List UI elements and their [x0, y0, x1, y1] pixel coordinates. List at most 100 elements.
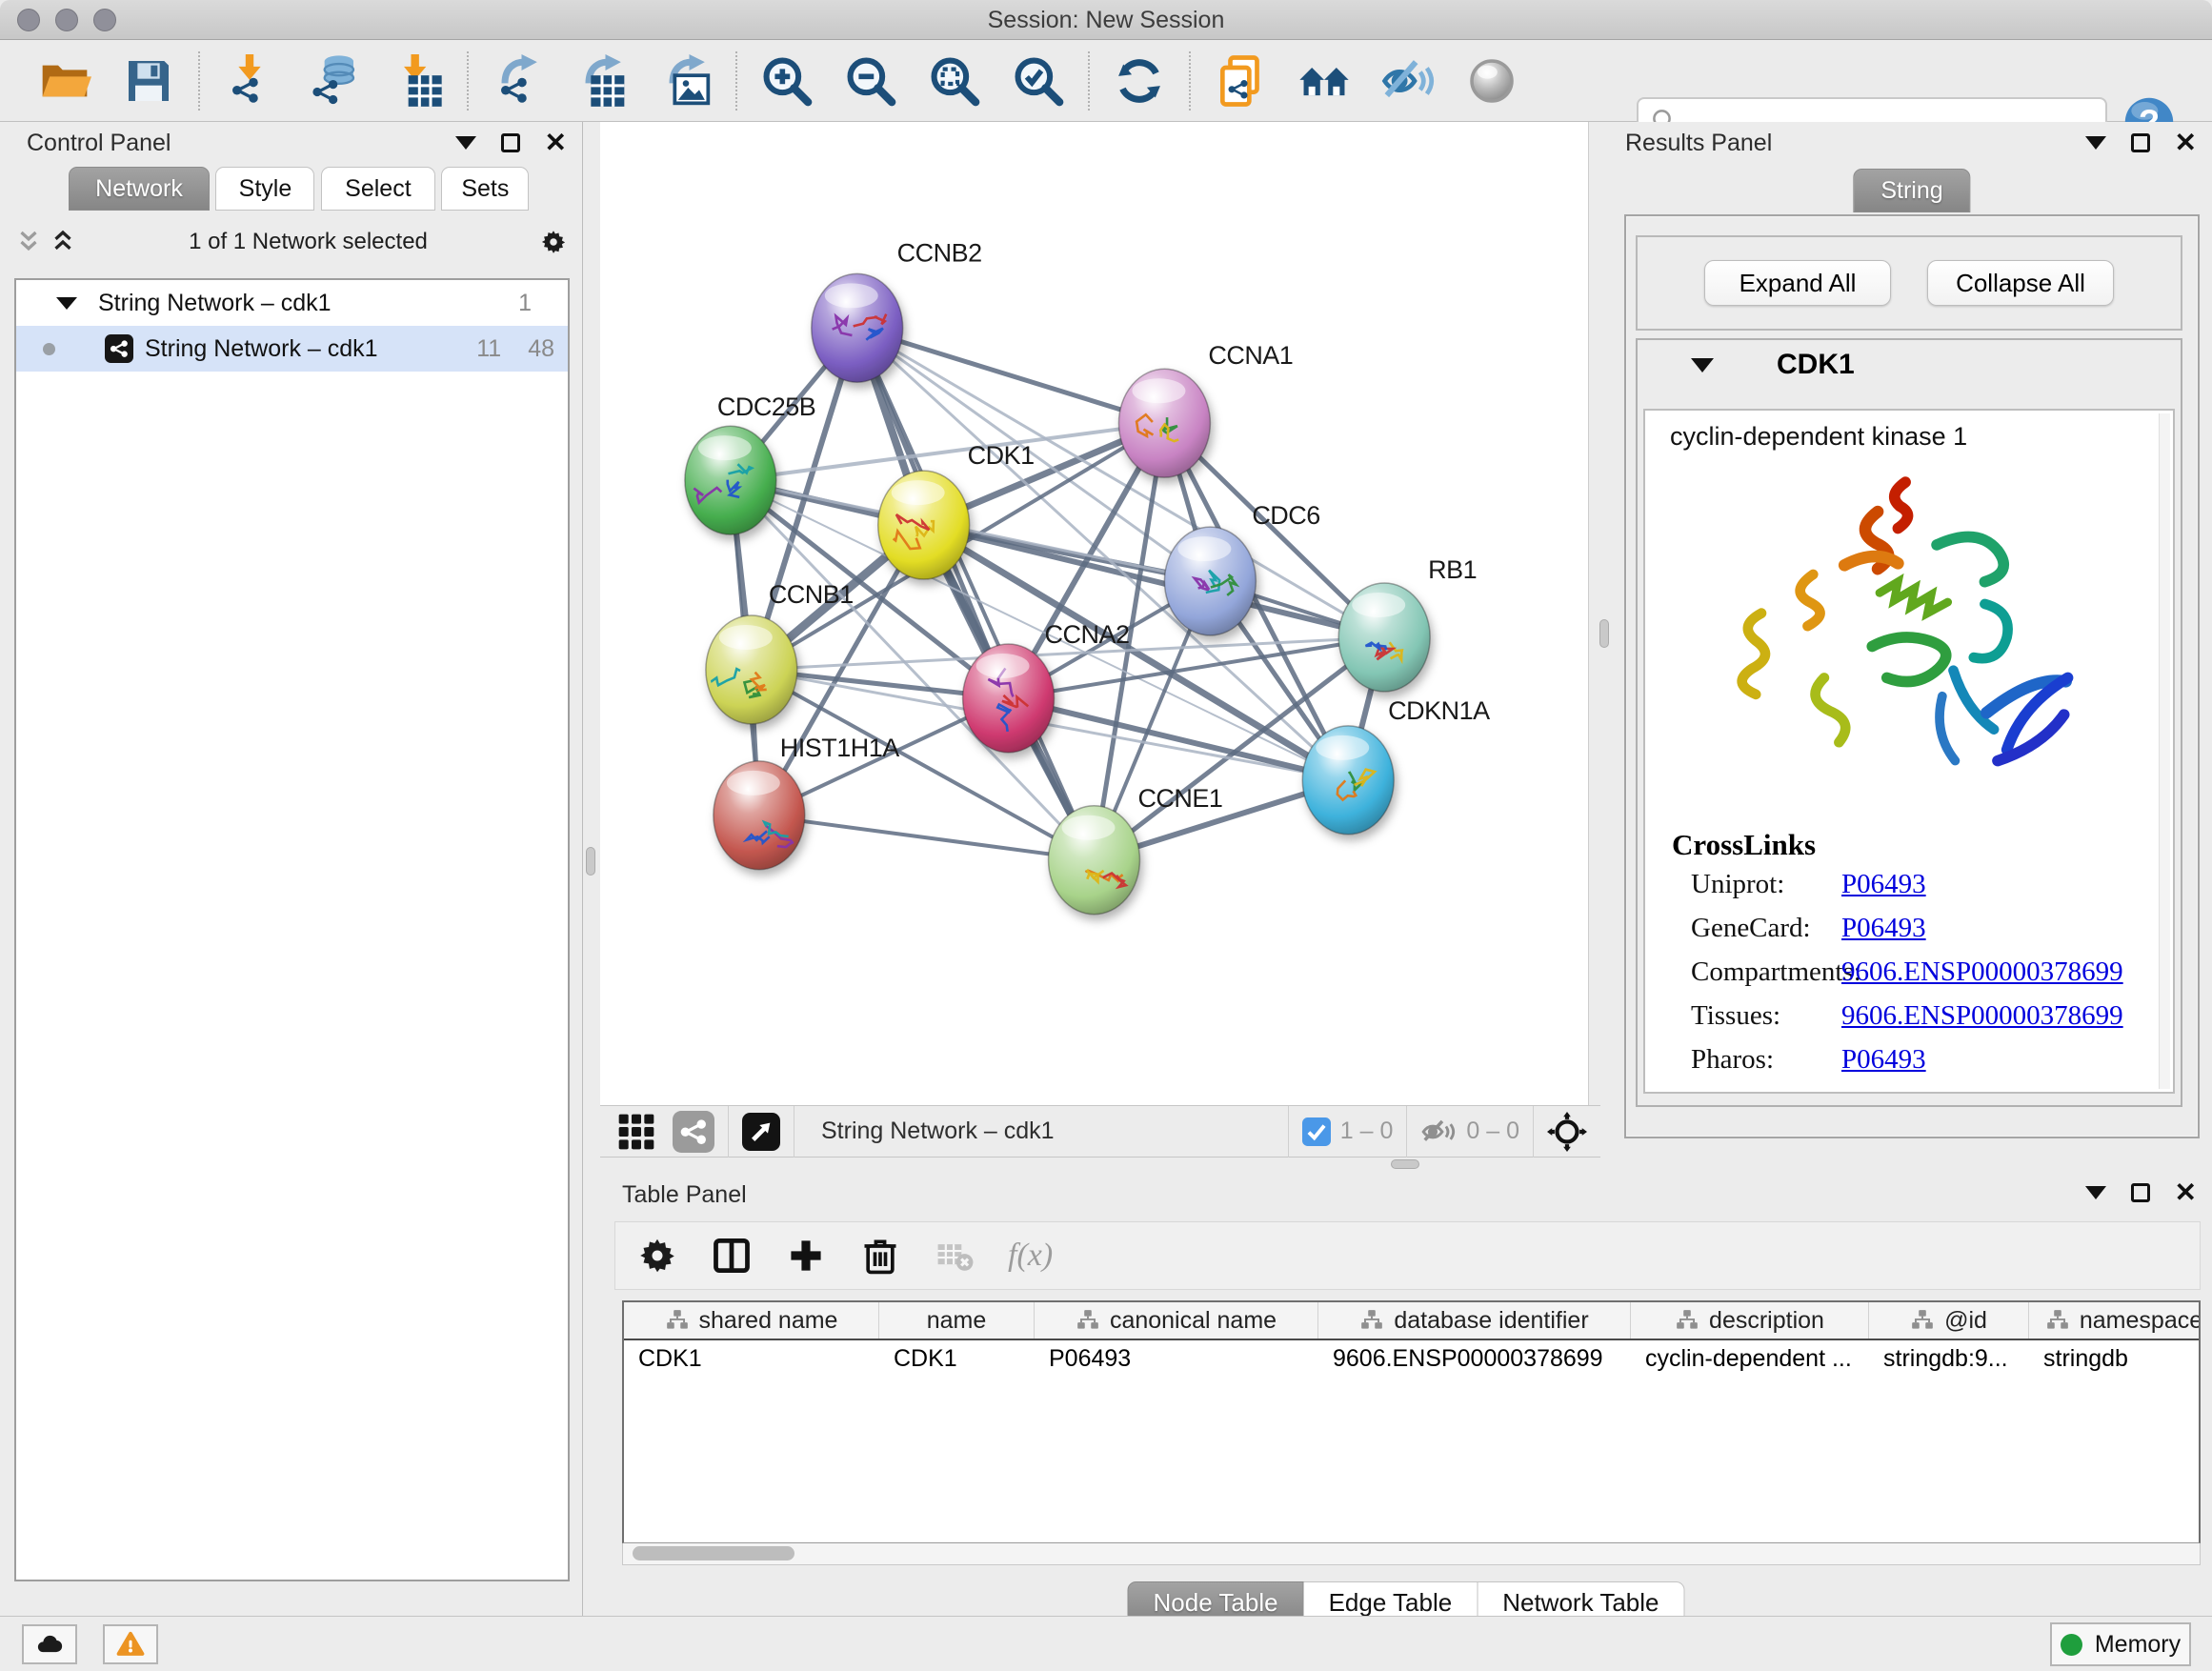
birdseye-view-icon[interactable]	[742, 1113, 780, 1151]
network-view-icon[interactable]	[673, 1111, 714, 1153]
save-session-icon[interactable]	[122, 54, 175, 108]
table-settings-gear-icon[interactable]	[636, 1235, 678, 1277]
protein-structure-image	[1723, 456, 2095, 812]
splitter-handle[interactable]	[1391, 1159, 1419, 1169]
export-network-icon[interactable]	[492, 54, 545, 108]
import-network-database-icon[interactable]	[307, 54, 360, 108]
tree-expand-icon[interactable]	[56, 297, 77, 310]
column-header-canonical-name[interactable]: canonical name	[1035, 1302, 1318, 1339]
expand-all-button[interactable]: Expand All	[1704, 260, 1891, 306]
hidden-counts: 0 – 0	[1466, 1117, 1519, 1145]
splitter-handle[interactable]	[1599, 619, 1609, 648]
panel-close-icon[interactable]: ✕	[2175, 133, 2197, 152]
tab-sets[interactable]: Sets	[441, 167, 529, 211]
control-panel: Control Panel ✕ Network Style Select Set…	[0, 122, 583, 1616]
open-session-icon[interactable]	[38, 54, 91, 108]
tab-string[interactable]: String	[1853, 169, 1970, 212]
expand-all-icon[interactable]	[49, 228, 77, 256]
export-table-icon[interactable]	[575, 54, 629, 108]
scrollbar-thumb[interactable]	[633, 1546, 794, 1560]
toolbar-separator	[1189, 51, 1191, 111]
title-bar: Session: New Session	[0, 0, 2212, 40]
hide-selected-eye-icon[interactable]	[1381, 54, 1435, 108]
delete-column-trash-icon[interactable]	[859, 1235, 901, 1277]
import-network-file-icon[interactable]	[223, 54, 276, 108]
add-column-icon[interactable]	[785, 1235, 827, 1277]
tab-select[interactable]: Select	[321, 167, 435, 211]
separator	[1406, 1106, 1407, 1158]
results-panel: Results Panel ✕ String Expand All Collap…	[1612, 122, 2212, 1172]
column-header-database-identifier[interactable]: database identifier	[1318, 1302, 1631, 1339]
table-hscrollbar[interactable]	[622, 1543, 2201, 1565]
tab-style[interactable]: Style	[215, 167, 314, 211]
table-cell[interactable]: cyclin-dependent ...	[1631, 1340, 1869, 1377]
panel-menu-icon[interactable]	[2085, 136, 2106, 150]
column-header--id[interactable]: @id	[1869, 1302, 2029, 1339]
separator	[1533, 1106, 1534, 1158]
table-cell[interactable]: stringdb:9...	[1869, 1340, 2029, 1377]
network-canvas[interactable]: CCNB2CCNA1CDC25BCDK1CDC6RB1CCNB1CCNA2CDK…	[600, 122, 1589, 1105]
column-header-name[interactable]: name	[879, 1302, 1035, 1339]
separator	[1288, 1106, 1289, 1158]
panel-float-icon[interactable]	[2131, 133, 2150, 152]
grid-view-icon[interactable]	[617, 1113, 655, 1151]
zoom-in-icon[interactable]	[760, 54, 814, 108]
warnings-button[interactable]	[103, 1624, 158, 1664]
show-columns-icon[interactable]	[711, 1235, 753, 1277]
results-scrollbar[interactable]	[2159, 413, 2170, 1089]
gene-collapse-icon[interactable]	[1691, 358, 1714, 372]
fit-selected-crosshair-icon[interactable]	[1547, 1112, 1587, 1152]
network-row-selected[interactable]: String Network – cdk1 11 48	[16, 326, 568, 372]
network-collection-row[interactable]: String Network – cdk1 1	[16, 280, 568, 326]
refresh-network-icon[interactable]	[1113, 54, 1166, 108]
panel-menu-icon[interactable]	[2085, 1186, 2106, 1199]
crosslink-link[interactable]: P06493	[1841, 1044, 1926, 1076]
panel-close-icon[interactable]: ✕	[2175, 1183, 2197, 1202]
table-panel: Table Panel ✕ f(x) shared namenamecanoni…	[600, 1172, 2212, 1616]
panel-float-icon[interactable]	[2131, 1183, 2150, 1202]
node-label-CCNA2: CCNA2	[1045, 620, 1130, 649]
gene-section: CDK1 cyclin-dependent kinase 1	[1636, 338, 2182, 1107]
gear-icon[interactable]	[539, 228, 568, 256]
gene-description: cyclin-dependent kinase 1	[1645, 411, 2173, 452]
selected-checkbox-icon[interactable]	[1302, 1117, 1331, 1146]
export-image-icon[interactable]	[659, 54, 713, 108]
tab-network[interactable]: Network	[69, 167, 210, 211]
panel-float-icon[interactable]	[501, 133, 520, 152]
collapse-all-button[interactable]: Collapse All	[1927, 260, 2114, 306]
crosslink-link[interactable]: 9606.ENSP00000378699	[1841, 1000, 2123, 1032]
network-background[interactable]	[600, 122, 1588, 1104]
crosslink-link[interactable]: 9606.ENSP00000378699	[1841, 956, 2123, 988]
zoom-fit-icon[interactable]	[928, 54, 981, 108]
table-cell[interactable]: stringdb	[2029, 1340, 2201, 1377]
main-toolbar: ?	[0, 40, 2212, 122]
panel-menu-icon[interactable]	[455, 136, 476, 150]
import-table-file-icon[interactable]	[391, 54, 444, 108]
crosslink-link[interactable]: P06493	[1841, 869, 1926, 900]
crosslink-link[interactable]: P06493	[1841, 913, 1926, 944]
collapse-all-icon[interactable]	[14, 228, 43, 256]
table-cell[interactable]: 9606.ENSP00000378699	[1318, 1340, 1631, 1377]
column-header-description[interactable]: description	[1631, 1302, 1869, 1339]
show-all-eye-icon[interactable]	[1465, 54, 1518, 108]
table-cell[interactable]: P06493	[1035, 1340, 1318, 1377]
table-cell[interactable]: CDK1	[624, 1340, 879, 1377]
cloud-status-button[interactable]	[22, 1624, 77, 1664]
node-table: shared namenamecanonical namedatabase id…	[622, 1300, 2201, 1543]
crosslink-row: Pharos:P06493	[1645, 1037, 2173, 1081]
panel-close-icon[interactable]: ✕	[545, 133, 567, 152]
column-header-shared-name[interactable]: shared name	[624, 1302, 879, 1339]
table-row[interactable]: CDK1CDK1P064939606.ENSP00000378699cyclin…	[624, 1340, 2199, 1377]
memory-button[interactable]: Memory	[2050, 1622, 2191, 1666]
crosslink-label: Uniprot:	[1645, 869, 1841, 900]
function-builder-icon: f(x)	[1008, 1238, 1053, 1274]
copy-style-icon[interactable]	[1214, 54, 1267, 108]
zoom-out-icon[interactable]	[844, 54, 897, 108]
column-header-namespace[interactable]: namespace	[2029, 1302, 2201, 1339]
zoom-selected-icon[interactable]	[1012, 54, 1065, 108]
hidden-eye-slash-icon[interactable]	[1420, 1114, 1457, 1150]
crosslink-row: GeneCard:P06493	[1645, 906, 2173, 950]
first-neighbors-icon[interactable]	[1297, 54, 1351, 108]
splitter-handle[interactable]	[586, 847, 595, 876]
table-cell[interactable]: CDK1	[879, 1340, 1035, 1377]
